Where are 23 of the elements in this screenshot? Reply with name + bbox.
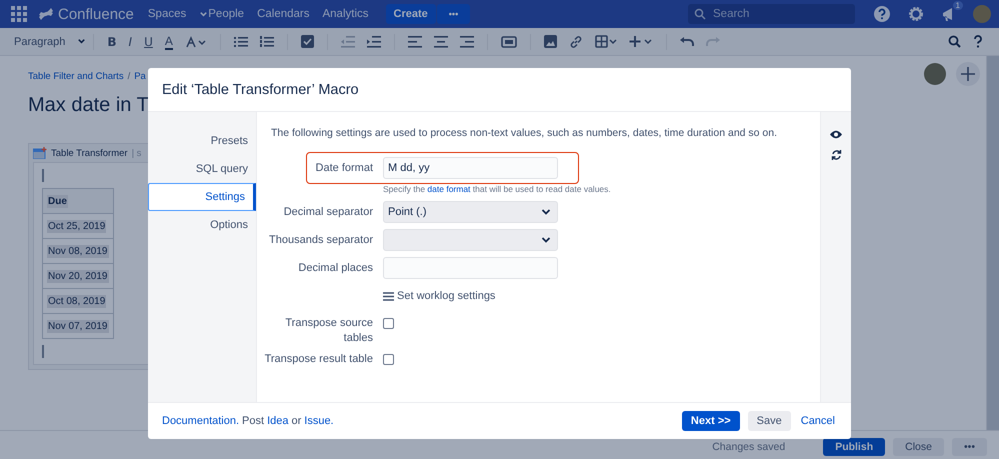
- field-hint: Specify the date format that will be used to read date values.: [383, 184, 612, 194]
- notification-badge: 1: [952, 1, 963, 10]
- table-cell: Oct 25, 2019: [42, 214, 114, 238]
- field-label: Thousands separator: [268, 234, 373, 246]
- settings-description: The following settings are used to process non-text values, such as numbers, dates, time duration and so on.: [271, 127, 778, 139]
- table-header-cell: Due: [42, 188, 114, 214]
- table-cell: Nov 20, 2019: [42, 264, 114, 288]
- field-label: Transpose source tables: [284, 316, 373, 346]
- breadcrumb-separator: /: [128, 71, 130, 82]
- page-title: Max date in T: [28, 94, 150, 117]
- dialog-title: Edit ‘Table Transformer’ Macro: [162, 82, 359, 98]
- save-status: Changes saved: [712, 441, 786, 453]
- macro-title: Table Transformer: [51, 148, 128, 158]
- footer-text: or: [291, 415, 302, 427]
- field-label: Date format: [314, 162, 373, 174]
- field-label: Decimal separator: [282, 206, 373, 218]
- field-label: Transpose result table: [264, 352, 373, 367]
- macro-parameters: | s: [132, 148, 142, 158]
- table-cell: Nov 08, 2019: [42, 238, 114, 264]
- table-cell: Oct 08, 2019: [42, 288, 114, 314]
- footer-text: Post: [242, 415, 264, 427]
- table-cell: Nov 07, 2019: [42, 314, 114, 338]
- field-label: Decimal places: [297, 262, 373, 274]
